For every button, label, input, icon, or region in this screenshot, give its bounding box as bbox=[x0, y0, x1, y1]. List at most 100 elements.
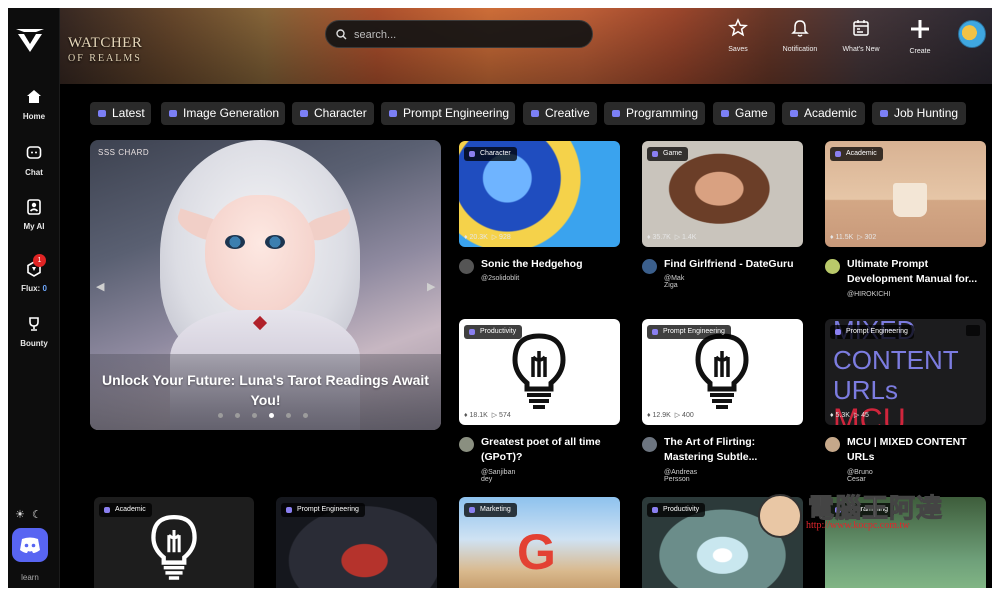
author-avatar[interactable] bbox=[459, 437, 474, 452]
trophy-icon bbox=[29, 317, 39, 331]
category-icon bbox=[721, 110, 729, 117]
card-tag: Productivity bbox=[464, 325, 523, 339]
carousel-dot-active[interactable] bbox=[269, 413, 274, 418]
card-tag: Productivity bbox=[647, 503, 706, 517]
card-tag: Game bbox=[647, 147, 689, 161]
chat-icon bbox=[26, 146, 42, 159]
carousel-dot[interactable] bbox=[235, 413, 240, 418]
card-thumbnail[interactable]: Character ♦ 20.3K ▷ 928 bbox=[459, 141, 620, 247]
app-window: Home Chat My AI 1 Flux: 0 Bounty ☀ ☾ lea… bbox=[8, 8, 992, 588]
card-author[interactable]: @Andreas Persson bbox=[664, 469, 697, 483]
carousel-dot[interactable] bbox=[218, 413, 223, 418]
notification-button[interactable]: Notification bbox=[772, 18, 828, 53]
card-tag: Academic bbox=[99, 503, 152, 517]
carousel-prev-icon[interactable]: ◀ bbox=[96, 280, 104, 293]
carousel-dot[interactable] bbox=[252, 413, 257, 418]
search-bar[interactable] bbox=[325, 20, 593, 48]
app-logo-icon[interactable] bbox=[14, 26, 46, 54]
header-banner: WATCHER OF REALMS Saves Notification Wha… bbox=[60, 8, 992, 84]
card-stats: ♦ 11.5K ▷ 302 bbox=[830, 234, 877, 241]
category-icon bbox=[612, 110, 620, 117]
hero-title[interactable]: Unlock Your Future: Luna's Tarot Reading… bbox=[100, 370, 431, 410]
card-author[interactable]: @Bruno Cesar bbox=[847, 469, 873, 483]
card-tag: Marketing bbox=[464, 503, 517, 517]
author-avatar[interactable] bbox=[825, 437, 840, 452]
sidebar-item-flux[interactable]: 1 Flux: 0 bbox=[8, 254, 60, 293]
chip-character[interactable]: Character bbox=[292, 102, 374, 125]
author-avatar[interactable] bbox=[642, 437, 657, 452]
lightbulb-icon bbox=[695, 333, 749, 409]
action-label: Create bbox=[909, 48, 931, 55]
card-thumbnail[interactable]: MIXED CONTENT URLs MCU Prompt Engineerin… bbox=[825, 319, 986, 425]
author-avatar[interactable] bbox=[459, 259, 474, 274]
chip-academic[interactable]: Academic bbox=[782, 102, 865, 125]
card-title[interactable]: MCU | MIXED CONTENT URLs bbox=[847, 435, 987, 465]
discord-button[interactable] bbox=[12, 528, 48, 562]
sidebar-item-label: My AI bbox=[23, 222, 45, 231]
card-thumbnail[interactable]: Game ♦ 35.7K ▷ 1.4K bbox=[642, 141, 803, 247]
card-tag: Character bbox=[464, 147, 517, 161]
card-title[interactable]: Greatest poet of all time (GPoT)? bbox=[481, 435, 621, 465]
card-author[interactable]: @Sanjiban dey bbox=[481, 469, 515, 483]
sidebar-item-chat[interactable]: Chat bbox=[8, 144, 60, 177]
chip-latest[interactable]: Latest bbox=[90, 102, 151, 125]
card-title[interactable]: Find Girlfriend - DateGuru bbox=[664, 257, 804, 272]
carousel-next-icon[interactable]: ▶ bbox=[427, 280, 435, 293]
chip-creative[interactable]: Creative bbox=[523, 102, 597, 125]
whats-new-button[interactable]: What's New bbox=[833, 18, 889, 53]
card-author[interactable]: @Mak Ziga bbox=[664, 275, 684, 289]
star-icon bbox=[728, 18, 748, 37]
banner-logo[interactable]: WATCHER OF REALMS bbox=[68, 36, 142, 66]
card-thumbnail[interactable]: Academic bbox=[94, 497, 254, 588]
sidebar-item-label: Chat bbox=[25, 168, 43, 177]
chip-job-hunting[interactable]: Job Hunting bbox=[872, 102, 966, 125]
card-thumbnail[interactable]: Prompt Engineering bbox=[276, 497, 437, 588]
hero-brand: SSS CHARD bbox=[98, 148, 150, 157]
moon-icon[interactable]: ☾ bbox=[32, 509, 42, 521]
card-author[interactable]: @HIROKICHI bbox=[847, 291, 890, 298]
watermark: 電腦王阿達 http://www.kocpc.com.tw bbox=[748, 486, 988, 556]
hero-carousel[interactable]: SSS CHARD Unlock Your Future: Luna's Tar… bbox=[90, 140, 441, 430]
card-thumbnail[interactable]: Prompt Engineering ♦ 12.9K ▷ 400 bbox=[642, 319, 803, 425]
author-avatar[interactable] bbox=[825, 259, 840, 274]
chip-image-generation[interactable]: Image Generation bbox=[161, 102, 285, 125]
create-button[interactable]: Create bbox=[892, 18, 948, 55]
search-input[interactable] bbox=[354, 27, 584, 43]
saves-button[interactable]: Saves bbox=[710, 18, 766, 53]
card-thumbnail[interactable]: G Marketing bbox=[459, 497, 620, 588]
card-stats: ♦ 12.9K ▷ 400 bbox=[647, 412, 694, 419]
card-thumbnail[interactable]: Productivity ♦ 18.1K ▷ 574 bbox=[459, 319, 620, 425]
card-title[interactable]: Ultimate Prompt Development Manual for..… bbox=[847, 257, 987, 287]
calendar-icon bbox=[853, 20, 869, 36]
card-stats: ♦ 35.7K ▷ 1.4K bbox=[647, 234, 697, 241]
sun-icon[interactable]: ☀ bbox=[15, 509, 25, 521]
chip-programming[interactable]: Programming bbox=[604, 102, 705, 125]
card-tag: Prompt Engineering bbox=[647, 325, 731, 339]
user-avatar[interactable] bbox=[958, 20, 986, 48]
learn-link[interactable]: learn bbox=[8, 573, 52, 582]
lightbulb-icon bbox=[512, 333, 566, 409]
sidebar-item-bounty[interactable]: Bounty bbox=[8, 315, 60, 348]
card-thumbnail[interactable]: Academic ♦ 11.5K ▷ 302 bbox=[825, 141, 986, 247]
sidebar-item-my-ai[interactable]: My AI bbox=[8, 198, 60, 231]
author-avatar[interactable] bbox=[642, 259, 657, 274]
discord-icon bbox=[20, 537, 40, 553]
card-stats: ♦ 18.1K ▷ 574 bbox=[464, 412, 511, 419]
card-author[interactable]: @2solidoblit bbox=[481, 275, 519, 282]
chip-prompt-engineering[interactable]: Prompt Engineering bbox=[381, 102, 515, 125]
action-label: Notification bbox=[782, 46, 818, 53]
card-title[interactable]: The Art of Flirting: Mastering Subtle... bbox=[664, 435, 804, 465]
action-label: Saves bbox=[728, 46, 748, 53]
flux-balance: 0 bbox=[42, 284, 47, 293]
action-label: What's New bbox=[842, 46, 880, 53]
category-icon bbox=[98, 110, 106, 117]
category-icon bbox=[389, 110, 397, 117]
carousel-dot[interactable] bbox=[303, 413, 308, 418]
carousel-dot[interactable] bbox=[286, 413, 291, 418]
sidebar-item-home[interactable]: Home bbox=[8, 88, 60, 121]
sidebar-item-label: Home bbox=[22, 112, 46, 121]
theme-toggle[interactable]: ☀ ☾ bbox=[15, 508, 53, 522]
chip-game[interactable]: Game bbox=[713, 102, 775, 125]
card-title[interactable]: Sonic the Hedgehog bbox=[481, 257, 621, 272]
card-tag: Prompt Engineering bbox=[281, 503, 365, 517]
